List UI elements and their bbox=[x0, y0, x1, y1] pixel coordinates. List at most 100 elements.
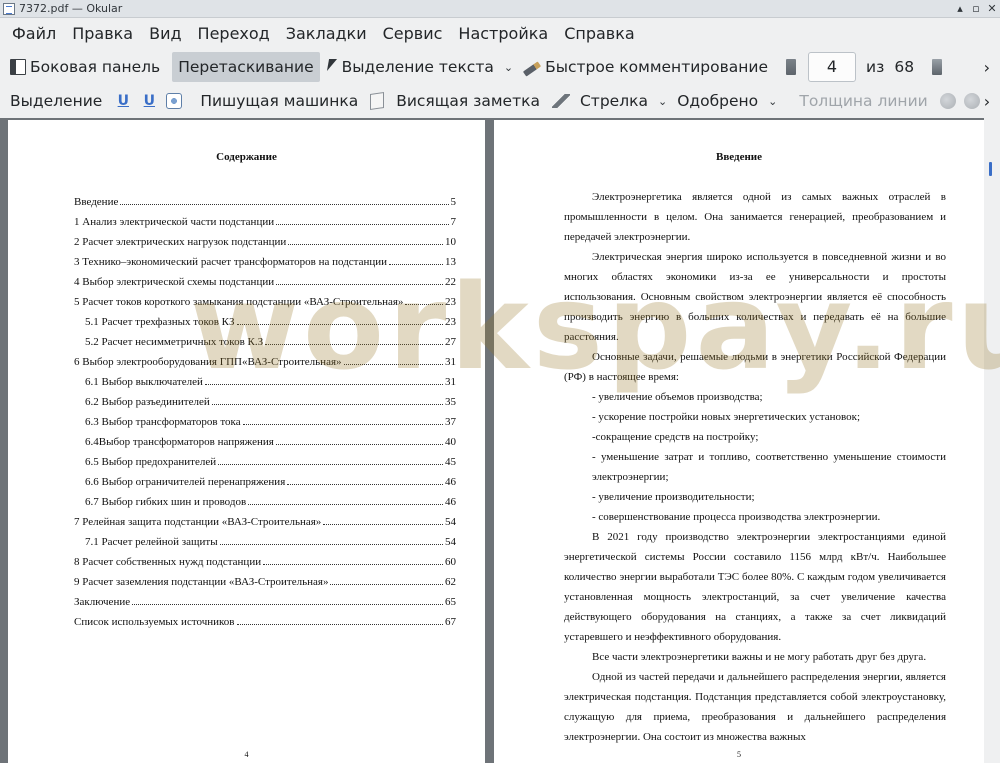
toc-entry: 9 Расчет заземления подстанции «ВАЗ-Стро… bbox=[74, 568, 456, 588]
menu-settings[interactable]: Настройка bbox=[450, 18, 556, 50]
toolbar-overflow-icon[interactable]: › bbox=[984, 92, 1000, 111]
page-of-label: из bbox=[866, 58, 885, 76]
menu-edit[interactable]: Правка bbox=[64, 18, 141, 50]
toc-entry: 6.1 Выбор выключателей 31 bbox=[74, 368, 456, 388]
okular-app-icon bbox=[3, 2, 15, 15]
next-page-icon[interactable] bbox=[932, 59, 943, 75]
arrow-label: Стрелка bbox=[579, 92, 648, 110]
toc-entry-page: 22 bbox=[445, 276, 456, 288]
stamp-button[interactable]: Одобрено bbox=[671, 86, 764, 116]
page-number-input[interactable]: 4 bbox=[808, 52, 856, 82]
chevron-down-icon[interactable]: ⌄ bbox=[654, 95, 671, 108]
toc-entry: 5.2 Расчет несимметричных токов К.З 27 bbox=[74, 328, 456, 348]
cursor-icon bbox=[326, 59, 338, 75]
toc-entry: 6.4Выбор трансформаторов напряжения 40 bbox=[74, 428, 456, 448]
sidebar-button[interactable]: Боковая панель bbox=[4, 52, 166, 82]
menu-tools[interactable]: Сервис bbox=[375, 18, 451, 50]
toc-entry-title: 6.1 Выбор выключателей bbox=[85, 376, 203, 388]
selection-button[interactable]: Выделение bbox=[4, 86, 108, 116]
pdf-page-left: Содержание Введение 5 1 Анализ электрическ… bbox=[8, 120, 485, 763]
toc-entry-page: 27 bbox=[445, 336, 456, 348]
toc-entry-page: 5 bbox=[450, 196, 457, 208]
page-number: 5 bbox=[737, 750, 741, 759]
toc-entry: 7.1 Расчет релейной защиты 54 bbox=[74, 528, 456, 548]
menu-help[interactable]: Справка bbox=[556, 18, 643, 50]
toc-entry-title: 7.1 Расчет релейной защиты bbox=[85, 536, 218, 548]
toc-entry-title: 6.4Выбор трансформаторов напряжения bbox=[85, 436, 274, 448]
chevron-down-icon[interactable]: ⌄ bbox=[500, 61, 517, 74]
toc-leader-dots bbox=[276, 284, 443, 285]
toc-entry: 6.5 Выбор предохранителей 45 bbox=[74, 448, 456, 468]
toc-leader-dots bbox=[287, 484, 443, 485]
minimize-icon[interactable]: ▴ bbox=[952, 2, 968, 15]
quick-comment-button[interactable]: Быстрое комментирование bbox=[517, 52, 774, 82]
maximize-icon[interactable]: ▫ bbox=[968, 2, 984, 15]
vertical-scrollbar[interactable] bbox=[984, 118, 1000, 763]
toc-entry: 7 Релейная защита подстанции «ВАЗ-Строит… bbox=[74, 508, 456, 528]
typewriter-label: Пишущая машинка bbox=[200, 92, 359, 110]
toc-entry-page: 37 bbox=[445, 416, 456, 428]
underline-icon[interactable]: U bbox=[116, 93, 130, 109]
toc-leader-dots bbox=[236, 324, 443, 325]
menu-view[interactable]: Вид bbox=[141, 18, 189, 50]
menu-file[interactable]: Файл bbox=[4, 18, 64, 50]
page-number: 4 bbox=[244, 750, 249, 759]
toc-entry: 5.1 Расчет трехфазных токов КЗ 23 bbox=[74, 308, 456, 328]
toc-entry-page: 23 bbox=[445, 296, 456, 308]
opacity-icon[interactable] bbox=[963, 93, 980, 109]
paragraph: В 2021 году производство электроэнергии … bbox=[564, 531, 946, 643]
color-icon[interactable] bbox=[939, 93, 956, 109]
toc-entry: 3 Технико–экономический расчет трансформ… bbox=[74, 248, 456, 268]
toc-leader-dots bbox=[330, 584, 443, 585]
note-icon bbox=[370, 92, 385, 110]
scrollbar-thumb[interactable] bbox=[989, 162, 992, 176]
toc-entry: 8 Расчет собственных нужд подстанции 60 bbox=[74, 548, 456, 568]
arrow-icon bbox=[551, 94, 570, 108]
squiggle-icon[interactable]: U bbox=[142, 93, 156, 109]
toc-leader-dots bbox=[132, 604, 443, 605]
chevron-down-icon[interactable]: ⌄ bbox=[764, 95, 781, 108]
window-title: 7372.pdf — Okular bbox=[19, 2, 123, 15]
toc-leader-dots bbox=[218, 464, 443, 465]
list-item: - уменьшение затрат и топливо, соответст… bbox=[592, 451, 946, 483]
previous-page-icon[interactable] bbox=[786, 59, 796, 75]
toc-entry-page: 65 bbox=[445, 596, 456, 608]
toc-entry-page: 35 bbox=[445, 396, 456, 408]
pinned-note-button[interactable]: Висящая заметка bbox=[364, 86, 546, 116]
line-width-label: Толщина линии bbox=[799, 92, 928, 110]
close-icon[interactable]: ✕ bbox=[984, 2, 1000, 15]
toc-leader-dots bbox=[242, 424, 443, 425]
toc-entry-title: Введение bbox=[74, 196, 119, 208]
body-text: Электроэнергетика является одной из самы… bbox=[564, 187, 946, 747]
list-item: - ускорение постройки новых энергетическ… bbox=[592, 411, 861, 423]
title-bar: 7372.pdf — Okular ▴ ▫ ✕ bbox=[0, 0, 1000, 18]
toc-entry-page: 62 bbox=[445, 576, 456, 588]
toc-entry-page: 45 bbox=[445, 456, 456, 468]
menu-bookmarks[interactable]: Закладки bbox=[278, 18, 375, 50]
toc-entry-title: 3 Технико–экономический расчет трансформ… bbox=[74, 256, 388, 268]
toc-entry: 6.2 Выбор разъединителей 35 bbox=[74, 388, 456, 408]
arrow-button[interactable]: Стрелка bbox=[546, 86, 654, 116]
typewriter-button[interactable]: Пишущая машинка bbox=[194, 86, 364, 116]
menu-go[interactable]: Переход bbox=[190, 18, 278, 50]
toc-entry-page: 46 bbox=[445, 496, 456, 508]
toc-leader-dots bbox=[219, 544, 443, 545]
drag-mode-button[interactable]: Перетаскивание bbox=[172, 52, 320, 82]
toc-entry-page: 10 bbox=[445, 236, 456, 248]
paragraph: Электроэнергетика является одной из самы… bbox=[564, 191, 946, 243]
line-width-button[interactable]: Толщина линии bbox=[793, 86, 933, 116]
pinned-note-label: Висящая заметка bbox=[396, 92, 540, 110]
pdf-page-right: Введение Электроэнергетика является одно… bbox=[494, 120, 984, 763]
annotation-toolbar: Выделение U U Пишущая машинка Висящая за… bbox=[0, 84, 1000, 118]
toc-entry-title: 6.7 Выбор гибких шин и проводов bbox=[85, 496, 247, 508]
toc-entry-title: 2 Расчет электрических нагрузок подстанц… bbox=[74, 236, 287, 248]
document-view[interactable]: Содержание Введение 5 1 Анализ электрическ… bbox=[0, 118, 1000, 763]
toc-entry: 6.6 Выбор ограничителей перенапряжения 46 bbox=[74, 468, 456, 488]
text-select-button[interactable]: Выделение текста bbox=[320, 52, 500, 82]
highlight-icon[interactable] bbox=[166, 93, 183, 109]
toc-entry-title: 5.2 Расчет несимметричных токов К.З bbox=[85, 336, 264, 348]
toolbar-overflow-icon[interactable]: › bbox=[984, 58, 1000, 77]
main-toolbar: Боковая панель Перетаскивание Выделение … bbox=[0, 50, 1000, 84]
page-heading: Введение bbox=[715, 151, 763, 163]
toc-leader-dots bbox=[323, 524, 443, 525]
